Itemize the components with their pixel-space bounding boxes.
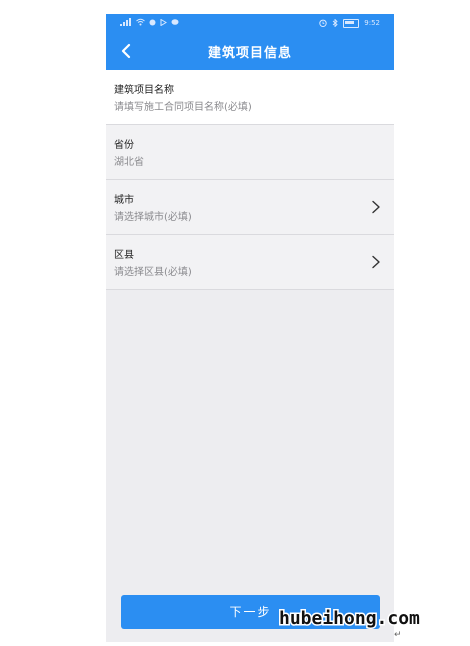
phone-screen: 9:52 建筑项目信息 建筑项目名称 请填写施工合同项目名称(必填) 省份 湖北… bbox=[106, 14, 394, 642]
project-name-field[interactable]: 建筑项目名称 请填写施工合同项目名称(必填) bbox=[106, 70, 394, 125]
signal-icon bbox=[120, 18, 131, 26]
district-value: 请选择区县(必填) bbox=[114, 267, 192, 278]
chevron-right-icon bbox=[372, 200, 380, 214]
project-form: 建筑项目名称 请填写施工合同项目名称(必填) 省份 湖北省 城市 请选择城市(必… bbox=[106, 70, 394, 290]
play-icon bbox=[160, 18, 167, 26]
province-label: 省份 bbox=[114, 140, 134, 151]
city-selector[interactable]: 城市 请选择城市(必填) bbox=[106, 180, 394, 235]
chat-icon bbox=[171, 18, 179, 25]
chevron-right-icon bbox=[372, 255, 380, 269]
city-value: 请选择城市(必填) bbox=[114, 212, 192, 223]
status-left-icons bbox=[120, 18, 179, 26]
status-bar: 9:52 bbox=[106, 14, 394, 32]
alarm-icon bbox=[319, 19, 327, 27]
site-watermark: hubeihong.com bbox=[278, 607, 422, 631]
status-right-icons: 9:52 bbox=[319, 18, 380, 28]
battery-icon bbox=[343, 18, 360, 28]
district-label: 区县 bbox=[114, 250, 134, 261]
project-name-label: 建筑项目名称 bbox=[114, 85, 174, 96]
return-mark: ↵ bbox=[394, 630, 402, 640]
page-title: 建筑项目信息 bbox=[207, 46, 292, 61]
district-selector[interactable]: 区县 请选择区县(必填) bbox=[106, 235, 394, 290]
province-field: 省份 湖北省 bbox=[106, 125, 394, 180]
province-value: 湖北省 bbox=[114, 157, 144, 168]
city-label: 城市 bbox=[114, 195, 134, 206]
status-time: 9:52 bbox=[364, 19, 380, 27]
wifi-icon bbox=[136, 18, 145, 26]
circle-icon bbox=[149, 19, 156, 25]
bluetooth-icon bbox=[332, 19, 338, 27]
project-name-input[interactable]: 请填写施工合同项目名称(必填) bbox=[114, 98, 252, 113]
navbar: 建筑项目信息 bbox=[106, 32, 394, 70]
